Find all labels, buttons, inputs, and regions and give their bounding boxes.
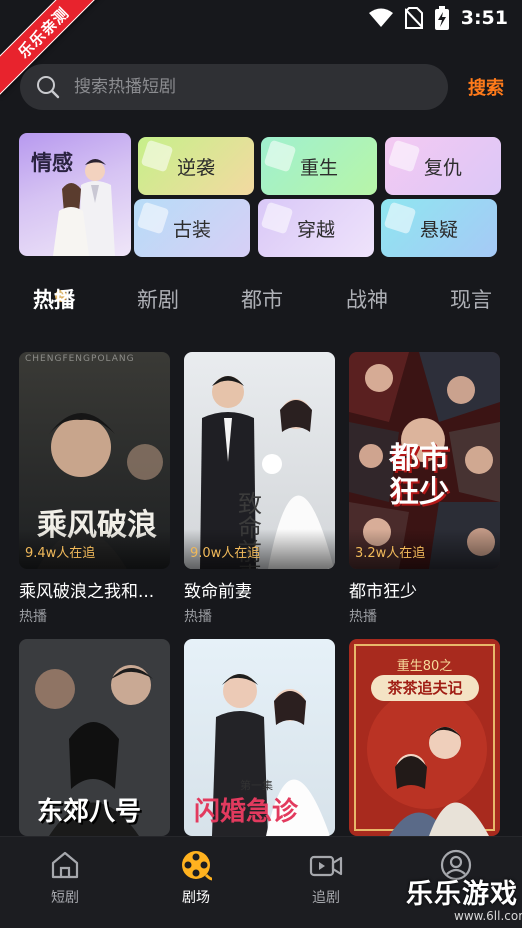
tile-shine: [263, 139, 297, 173]
drama-title[interactable]: 都市狂少: [349, 577, 500, 602]
tab-hot[interactable]: 热播: [33, 284, 75, 314]
category-label: 悬疑: [419, 218, 458, 241]
nav-item-theater[interactable]: 剧场: [166, 849, 226, 907]
category-feature-card[interactable]: 情感: [19, 133, 131, 256]
film-reel-icon: [182, 851, 212, 881]
drama-card[interactable]: 致命前妻 9.0w人在追 致命前妻 热播: [184, 352, 335, 626]
category-tile-nixi[interactable]: 逆袭: [138, 137, 254, 195]
battery-charging-icon: [434, 6, 449, 30]
drama-poster[interactable]: CHENGFENGPOLANG 乘风破浪 9.4w人在追: [19, 352, 170, 569]
tab-modern-romance[interactable]: 现言: [450, 284, 492, 314]
category-label-emotion: 情感: [31, 151, 73, 175]
home-icon: [51, 851, 79, 879]
nav-label: 剧场: [182, 890, 210, 906]
drama-poster[interactable]: 重生80之 茶茶追夫记: [349, 639, 500, 836]
tile-shine: [260, 201, 294, 235]
drama-title[interactable]: 致命前妻: [184, 577, 335, 602]
drama-card[interactable]: 都市狂少 3.2w人在追 都市狂少 热播: [349, 352, 500, 626]
tile-shine: [383, 201, 417, 235]
category-label: 古装: [172, 218, 211, 241]
nav-item-follow[interactable]: 追剧: [296, 849, 356, 907]
poster-title: 茶茶追夫记: [371, 675, 479, 701]
category-label: 逆袭: [176, 156, 215, 179]
category-tile-guzhuang[interactable]: 古装: [134, 199, 250, 257]
watch-count: 9.4w人在追: [25, 546, 96, 561]
drama-tag: 热播: [19, 609, 47, 625]
wifi-icon: [368, 8, 393, 27]
category-tile-fuchou[interactable]: 复仇: [385, 137, 501, 195]
tile-shine: [387, 139, 421, 173]
category-tile-xuanyi[interactable]: 悬疑: [381, 199, 497, 257]
poster-top-text: CHENGFENGPOLANG: [25, 354, 135, 364]
tab-city[interactable]: 都市: [241, 284, 283, 314]
tab-new[interactable]: 新剧: [137, 284, 179, 314]
category-tile-chongsheng[interactable]: 重生: [261, 137, 377, 195]
drama-poster[interactable]: 都市狂少 3.2w人在追: [349, 352, 500, 569]
nav-label: 短剧: [51, 890, 79, 906]
drama-tag: 热播: [184, 609, 212, 625]
video-camera-icon: [309, 855, 343, 877]
drama-card[interactable]: CHENGFENGPOLANG 乘风破浪 9.4w人在追 乘风破浪之我和... …: [19, 352, 170, 626]
watch-count: 3.2w人在追: [355, 546, 426, 561]
drama-card[interactable]: 重生80之 茶茶追夫记: [349, 639, 500, 836]
no-sim-icon: [404, 7, 423, 29]
tile-shine: [136, 201, 170, 235]
poster-top-text: 重生80之: [396, 659, 453, 674]
nav-item-shorts[interactable]: 短剧: [35, 849, 95, 907]
search-input[interactable]: [72, 76, 412, 98]
watch-count: 9.0w人在追: [190, 546, 261, 561]
drama-poster[interactable]: 致命前妻 9.0w人在追: [184, 352, 335, 569]
category-label: 重生: [299, 156, 338, 179]
poster-title: 都市狂少: [389, 441, 449, 510]
drama-card[interactable]: 东郊八号: [19, 639, 170, 836]
drama-tag: 热播: [349, 609, 377, 625]
watermark: 乐乐游戏 www.6ll.com: [406, 872, 522, 928]
watermark-url: www.6ll.com: [454, 909, 522, 923]
category-label: 穿越: [296, 218, 335, 241]
search-icon: [37, 76, 60, 99]
category-tile-chuanyue[interactable]: 穿越: [258, 199, 374, 257]
drama-poster[interactable]: 第一集 闪婚急诊: [184, 639, 335, 836]
watermark-text: 乐乐游戏: [406, 879, 518, 910]
tab-war-god[interactable]: 战神: [346, 284, 388, 314]
status-icons: 3:51: [368, 6, 508, 30]
category-label: 复仇: [423, 156, 462, 179]
search-button[interactable]: 搜索: [468, 74, 504, 100]
genre-tabs: 热播 新剧 都市 战神 现言: [0, 284, 522, 324]
poster-title: 闪婚急诊: [194, 797, 299, 827]
status-time: 3:51: [460, 7, 508, 29]
search-bar[interactable]: [20, 64, 448, 110]
drama-title[interactable]: 乘风破浪之我和...: [19, 577, 170, 602]
drama-card[interactable]: 第一集 闪婚急诊: [184, 639, 335, 836]
tile-shine: [140, 139, 174, 173]
nav-label: 追剧: [312, 890, 340, 906]
drama-poster[interactable]: 东郊八号: [19, 639, 170, 836]
poster-title: 东郊八号: [37, 797, 142, 827]
